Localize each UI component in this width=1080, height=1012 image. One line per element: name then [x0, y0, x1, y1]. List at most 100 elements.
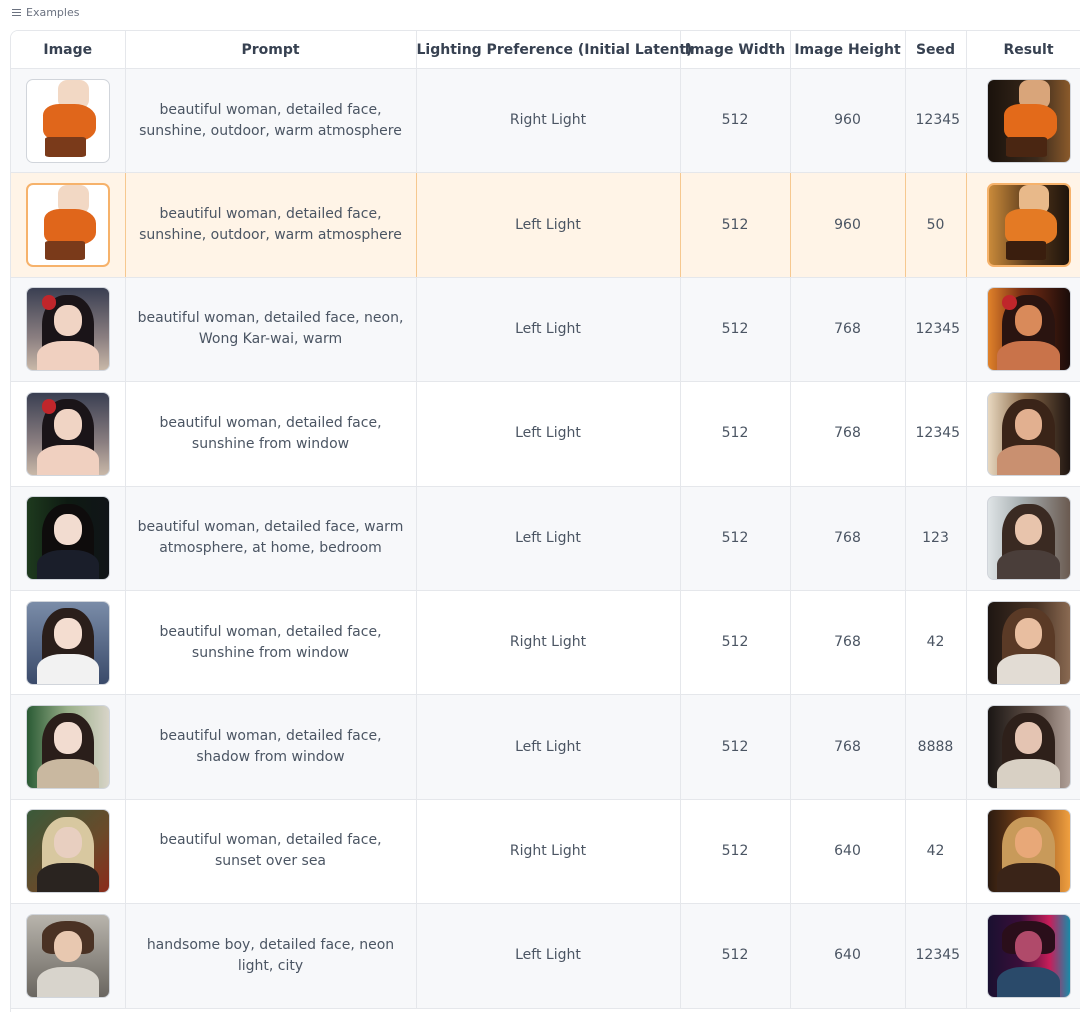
result-cell [966, 799, 1080, 905]
height-cell: 768 [790, 486, 906, 591]
result-cell [966, 277, 1080, 383]
table-row[interactable]: handsome boy, detailed face, neon light,… [11, 903, 1080, 1009]
input-image-thumbnail [25, 496, 110, 581]
column-header-height: Image Height [790, 31, 906, 69]
lighting-cell: Left Light [416, 381, 681, 487]
seed-cell: 12345 [905, 381, 967, 487]
width-cell: 512 [680, 172, 791, 278]
table-row[interactable]: beautiful woman, detailed face, neon, Wo… [11, 277, 1080, 383]
prompt-cell: beautiful woman, detailed face, sunshine… [125, 68, 417, 174]
seed-cell: 8888 [905, 694, 967, 800]
lighting-cell: Left Light [416, 277, 681, 383]
lighting-cell: Right Light [416, 68, 681, 174]
table-header-row: Image Prompt Lighting Preference (Initia… [11, 31, 1080, 69]
input-image-thumbnail [25, 705, 110, 790]
image-cell [11, 68, 126, 174]
prompt-cell: beautiful woman, detailed face, warm atm… [125, 486, 417, 591]
result-image-thumbnail [986, 287, 1071, 372]
input-image-thumbnail [25, 600, 110, 685]
result-image-thumbnail [986, 913, 1071, 998]
image-cell [11, 799, 126, 905]
image-cell [11, 694, 126, 800]
seed-cell: 50 [905, 172, 967, 278]
height-cell: 768 [790, 381, 906, 487]
table-row[interactable]: beautiful woman, detailed face, sunshine… [11, 381, 1080, 487]
result-cell [966, 172, 1080, 278]
height-cell: 768 [790, 590, 906, 696]
input-image-thumbnail [25, 287, 110, 372]
input-image-thumbnail [25, 809, 110, 894]
result-image-thumbnail [986, 705, 1071, 790]
table-row[interactable]: beautiful woman, detailed face, warm atm… [11, 486, 1080, 591]
result-image-thumbnail [986, 809, 1071, 894]
lighting-cell: Right Light [416, 590, 681, 696]
width-cell: 512 [680, 590, 791, 696]
examples-table-container: Image Prompt Lighting Preference (Initia… [10, 30, 1080, 1012]
column-header-image: Image [11, 31, 126, 69]
width-cell: 512 [680, 68, 791, 174]
result-cell [966, 68, 1080, 174]
result-cell [966, 694, 1080, 800]
lighting-cell: Left Light [416, 172, 681, 278]
result-image-thumbnail [986, 391, 1071, 476]
prompt-cell: beautiful woman, detailed face, shadow f… [125, 694, 417, 800]
examples-table: Image Prompt Lighting Preference (Initia… [11, 31, 1080, 1009]
table-row[interactable]: beautiful woman, detailed face, sunshine… [11, 172, 1080, 278]
lighting-cell: Left Light [416, 694, 681, 800]
image-cell [11, 486, 126, 591]
image-cell [11, 172, 126, 278]
width-cell: 512 [680, 381, 791, 487]
result-cell [966, 381, 1080, 487]
seed-cell: 42 [905, 799, 967, 905]
seed-cell: 12345 [905, 903, 967, 1009]
prompt-cell: handsome boy, detailed face, neon light,… [125, 903, 417, 1009]
image-cell [11, 590, 126, 696]
seed-cell: 42 [905, 590, 967, 696]
column-header-result: Result [966, 31, 1080, 69]
height-cell: 640 [790, 799, 906, 905]
height-cell: 768 [790, 694, 906, 800]
column-header-lighting: Lighting Preference (Initial Latent) [416, 31, 692, 69]
height-cell: 960 [790, 172, 906, 278]
table-row[interactable]: beautiful woman, detailed face, shadow f… [11, 694, 1080, 800]
examples-title: Examples [26, 5, 80, 19]
column-header-seed: Seed [905, 31, 967, 69]
lighting-cell: Left Light [416, 903, 681, 1009]
prompt-cell: beautiful woman, detailed face, sunshine… [125, 590, 417, 696]
table-row[interactable]: beautiful woman, detailed face, sunset o… [11, 799, 1080, 905]
list-icon [12, 7, 22, 17]
result-image-thumbnail [986, 600, 1071, 685]
column-header-prompt: Prompt [125, 31, 417, 69]
table-row[interactable]: beautiful woman, detailed face, sunshine… [11, 68, 1080, 174]
seed-cell: 12345 [905, 68, 967, 174]
width-cell: 512 [680, 694, 791, 800]
seed-cell: 123 [905, 486, 967, 591]
width-cell: 512 [680, 799, 791, 905]
width-cell: 512 [680, 903, 791, 1009]
result-image-thumbnail [986, 183, 1071, 268]
seed-cell: 12345 [905, 277, 967, 383]
result-cell [966, 903, 1080, 1009]
height-cell: 960 [790, 68, 906, 174]
prompt-cell: beautiful woman, detailed face, neon, Wo… [125, 277, 417, 383]
input-image-thumbnail [25, 913, 110, 998]
width-cell: 512 [680, 277, 791, 383]
height-cell: 768 [790, 277, 906, 383]
result-image-thumbnail [986, 496, 1071, 581]
prompt-cell: beautiful woman, detailed face, sunshine… [125, 381, 417, 487]
lighting-cell: Right Light [416, 799, 681, 905]
table-row[interactable]: beautiful woman, detailed face, sunshine… [11, 590, 1080, 696]
input-image-thumbnail [25, 183, 110, 268]
image-cell [11, 903, 126, 1009]
lighting-cell: Left Light [416, 486, 681, 591]
prompt-cell: beautiful woman, detailed face, sunshine… [125, 172, 417, 278]
column-header-width: Image Width [680, 31, 791, 69]
input-image-thumbnail [25, 391, 110, 476]
width-cell: 512 [680, 486, 791, 591]
examples-header: Examples [12, 4, 79, 20]
result-cell [966, 590, 1080, 696]
height-cell: 640 [790, 903, 906, 1009]
result-cell [966, 486, 1080, 591]
image-cell [11, 277, 126, 383]
result-image-thumbnail [986, 78, 1071, 163]
